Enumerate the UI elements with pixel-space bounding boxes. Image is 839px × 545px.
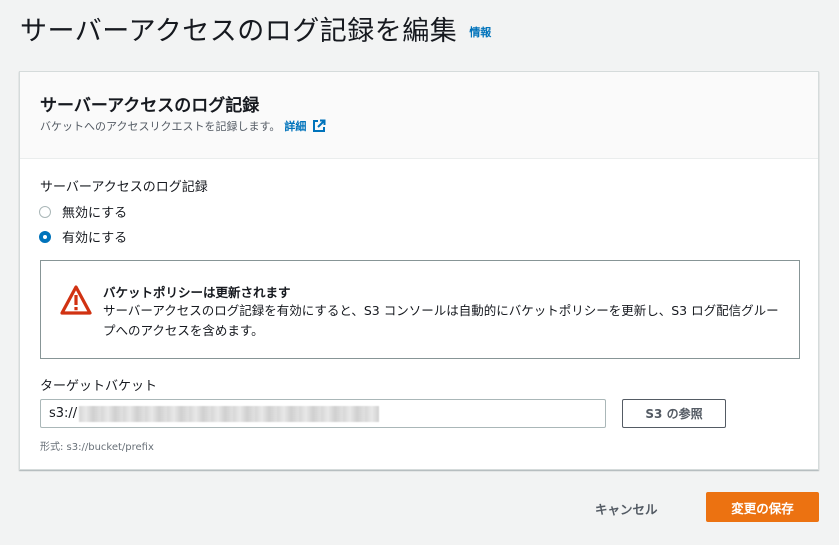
detail-link[interactable]: 詳細	[284, 118, 306, 134]
radio-option-disable[interactable]: 無効にする	[39, 202, 127, 221]
target-bucket-label: ターゲットバケット	[40, 379, 158, 394]
warning-icon	[59, 284, 93, 316]
server-access-logging-panel: サーバーアクセスのログ記録 バケットへのアクセスリクエストを記録します。 詳細 …	[19, 71, 819, 470]
alert-title: バケットポリシーは更新されます	[103, 285, 291, 300]
panel-header: サーバーアクセスのログ記録 バケットへのアクセスリクエストを記録します。 詳細	[20, 72, 818, 159]
save-changes-button[interactable]: 変更の保存	[706, 492, 819, 522]
cancel-button[interactable]: キャンセル	[595, 494, 658, 522]
target-bucket-prefix: s3://	[49, 406, 78, 421]
bucket-policy-alert: バケットポリシーは更新されます サーバーアクセスのログ記録を有効にすると、S3 …	[40, 260, 800, 359]
radio-enable[interactable]	[39, 230, 51, 243]
format-hint: 形式: s3://bucket/prefix	[40, 442, 154, 453]
radio-enable-label: 有効にする	[62, 231, 128, 246]
page-header: サーバーアクセスのログ記録を編集 情報	[20, 8, 491, 48]
page-title: サーバーアクセスのログ記録を編集	[20, 15, 458, 47]
browse-s3-button[interactable]: S3 の参照	[622, 399, 726, 428]
target-bucket-input[interactable]: s3://	[40, 399, 606, 428]
logging-field-label: サーバーアクセスのログ記録	[40, 180, 208, 195]
external-link-icon[interactable]	[312, 119, 326, 133]
radio-option-enable[interactable]: 有効にする	[39, 227, 127, 246]
panel-title: サーバーアクセスのログ記録	[40, 96, 260, 116]
radio-disable[interactable]	[39, 205, 51, 218]
info-link[interactable]: 情報	[469, 24, 491, 40]
alert-body: サーバーアクセスのログ記録を有効にすると、S3 コンソールは自動的にバケットポリ…	[103, 303, 779, 338]
radio-disable-label: 無効にする	[62, 206, 128, 221]
redacted-bucket-name	[79, 405, 380, 422]
panel-description-text: バケットへのアクセスリクエストを記録します。	[40, 120, 281, 133]
panel-description: バケットへのアクセスリクエストを記録します。 詳細	[40, 118, 326, 134]
